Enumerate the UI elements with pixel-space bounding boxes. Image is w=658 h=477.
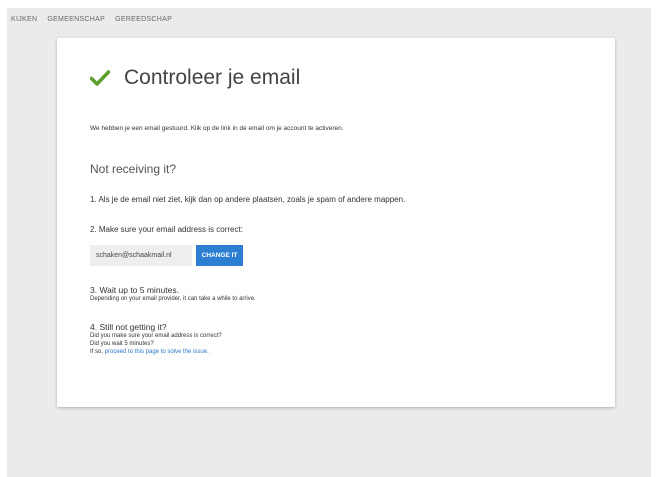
page-title: Controleer je email (124, 66, 301, 89)
step-4-line-3-prefix: If so, (90, 349, 105, 355)
step-3-title: 3. Wait up to 5 minutes. (90, 285, 179, 295)
step-4-line-2: Did you wait 5 minutes? (90, 341, 154, 347)
step-4-title: 4. Still not getting it? (90, 322, 167, 332)
top-nav: KIJKEN GEMEENSCHAP GEREEDSCHAP (7, 8, 655, 30)
nav-item-kijken[interactable]: KIJKEN (11, 16, 37, 23)
solve-issue-link[interactable]: proceed to this page to solve the issue. (105, 349, 209, 355)
email-confirm-card: Controleer je email We hebben je een ema… (57, 38, 615, 407)
title-row: Controleer je email (90, 66, 300, 90)
step-4-line-3: If so, proceed to this page to solve the… (90, 348, 222, 356)
nav-item-gemeenschap[interactable]: GEMEENSCHAP (47, 16, 105, 23)
not-receiving-heading: Not receiving it? (90, 162, 177, 176)
email-field[interactable]: schaken@schaakmail.nl (90, 245, 192, 266)
email-row: schaken@schaakmail.nl CHANGE IT (90, 245, 243, 266)
page-frame: KIJKEN GEMEENSCHAP GEREEDSCHAP Controlee… (7, 8, 651, 477)
step-4: 4. Still not getting it? Did you make su… (90, 322, 222, 356)
step-2-text: 2. Make sure your email address is corre… (90, 225, 243, 234)
confirmation-message: We hebben je een email gestuurd. Klik op… (90, 125, 344, 132)
change-email-button[interactable]: CHANGE IT (196, 245, 243, 266)
step-3-text: Depending on your email provider, it can… (90, 296, 256, 302)
step-4-line-1: Did you make sure your email address is … (90, 333, 222, 339)
step-3: 3. Wait up to 5 minutes. Depending on yo… (90, 285, 256, 303)
nav-item-gereedschap[interactable]: GEREEDSCHAP (115, 16, 172, 23)
step-1-text: 1. Als je de email niet ziet, kijk dan o… (90, 195, 406, 204)
check-icon (90, 70, 110, 86)
